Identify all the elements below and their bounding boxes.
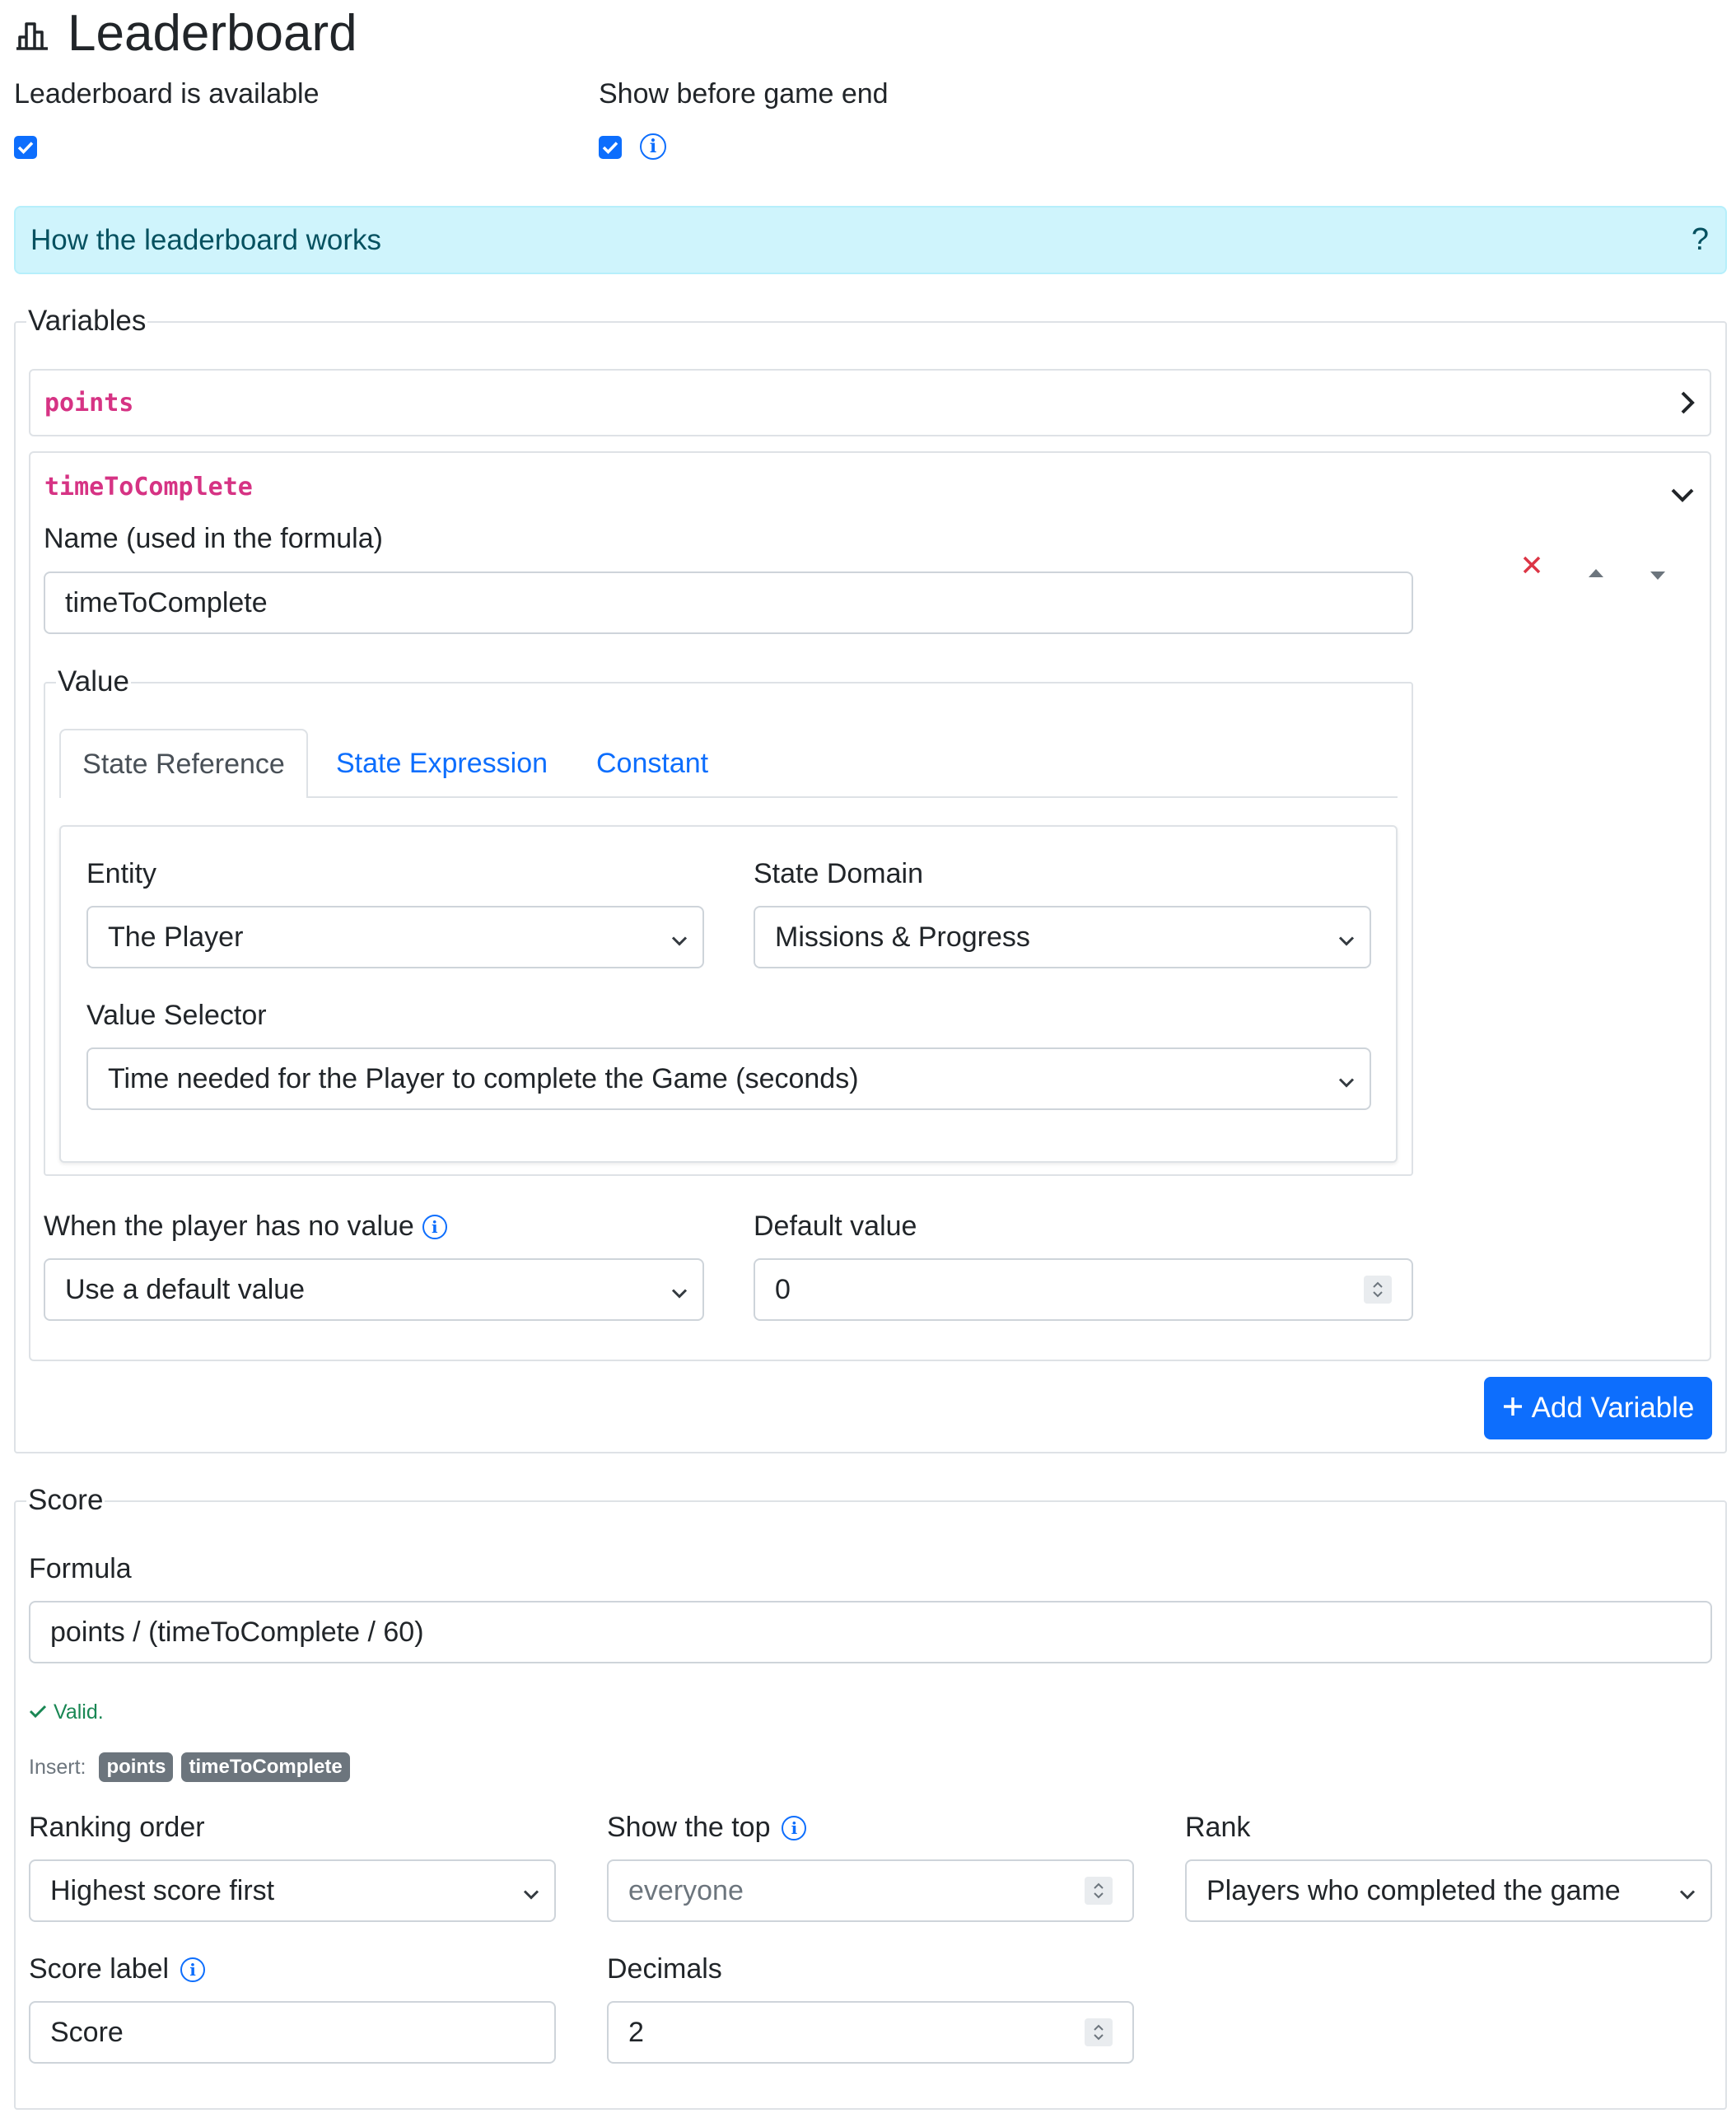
value-selector-label: Value Selector: [86, 1000, 267, 1031]
value-legend: Value: [56, 665, 131, 698]
state-reference-panel: [59, 825, 1398, 1163]
chevron-down-icon: [1338, 921, 1355, 954]
delete-icon[interactable]: [1522, 550, 1542, 582]
variable-name: points: [44, 389, 134, 418]
chevron-down-icon: [523, 1875, 539, 1907]
available-checkbox[interactable]: [14, 136, 37, 159]
score-legend: Score: [26, 1484, 105, 1517]
ranking-order-select[interactable]: Highest score first: [29, 1859, 556, 1922]
insert-badge-points[interactable]: points: [99, 1752, 174, 1782]
check-icon: [29, 1700, 47, 1724]
default-value-input[interactable]: 0: [754, 1258, 1413, 1321]
state-domain-label: State Domain: [754, 858, 923, 889]
rank-select[interactable]: Players who completed the game: [1185, 1859, 1712, 1922]
chevron-right-icon[interactable]: [1680, 390, 1695, 422]
show-before-end-checkbox[interactable]: [599, 136, 622, 159]
info-icon[interactable]: i: [422, 1214, 447, 1239]
entity-label: Entity: [86, 858, 157, 889]
show-top-input[interactable]: everyone: [607, 1859, 1134, 1922]
entity-select[interactable]: The Player: [86, 906, 704, 968]
how-it-works-alert[interactable]: How the leaderboard works ?: [14, 206, 1727, 274]
show-before-end-label: Show before game end: [599, 78, 889, 110]
variable-name-input[interactable]: timeToComplete: [44, 571, 1413, 634]
tab-state-expression[interactable]: State Expression: [336, 748, 548, 780]
chevron-down-icon: [671, 921, 688, 954]
value-selector-select[interactable]: Time needed for the Player to complete t…: [86, 1047, 1371, 1110]
chevron-down-icon[interactable]: [1670, 478, 1695, 510]
variable-item[interactable]: points: [29, 369, 1711, 436]
formula-label: Formula: [29, 1553, 132, 1584]
decimals-input[interactable]: 2: [607, 2001, 1134, 2064]
valid-feedback: Valid.: [29, 1700, 104, 1724]
chevron-down-icon: [1679, 1875, 1696, 1907]
tab-state-reference[interactable]: State Reference: [59, 729, 308, 798]
plus-icon: [1502, 1392, 1524, 1425]
no-value-select[interactable]: Use a default value: [44, 1258, 704, 1321]
tab-constant[interactable]: Constant: [596, 748, 708, 780]
move-down-icon[interactable]: [1649, 557, 1667, 589]
score-label-label-row: Score label i: [29, 1953, 206, 1985]
info-icon[interactable]: i: [640, 133, 666, 160]
number-spinner-icon[interactable]: [1364, 1276, 1392, 1304]
chevron-down-icon: [671, 1274, 688, 1306]
ranking-order-label: Ranking order: [29, 1812, 205, 1843]
rank-label: Rank: [1185, 1812, 1251, 1843]
page-title: Leaderboard: [15, 4, 357, 63]
name-label: Name (used in the formula): [44, 523, 383, 554]
info-icon[interactable]: i: [180, 1957, 206, 1982]
available-label: Leaderboard is available: [14, 78, 320, 110]
insert-badge-timeToComplete[interactable]: timeToComplete: [181, 1752, 350, 1782]
decimals-label: Decimals: [607, 1953, 722, 1985]
show-top-label-row: Show the top i: [607, 1812, 807, 1844]
variables-legend: Variables: [26, 305, 148, 338]
info-icon[interactable]: i: [782, 1815, 807, 1840]
number-spinner-icon[interactable]: [1085, 2018, 1113, 2046]
move-up-icon[interactable]: [1587, 554, 1605, 586]
no-value-label-row: When the player has no value i: [44, 1211, 447, 1243]
chevron-down-icon: [1338, 1063, 1355, 1095]
bar-chart-icon: [15, 4, 49, 63]
number-spinner-icon[interactable]: [1085, 1877, 1113, 1905]
state-domain-select[interactable]: Missions & Progress: [754, 906, 1371, 968]
add-variable-button[interactable]: Add Variable: [1484, 1377, 1712, 1439]
default-value-label: Default value: [754, 1211, 917, 1242]
help-toggle[interactable]: ?: [1692, 222, 1709, 258]
formula-input[interactable]: points / (timeToComplete / 60): [29, 1601, 1712, 1663]
variable-name: timeToComplete: [44, 473, 253, 502]
insert-row: Insert: points timeToComplete: [29, 1752, 350, 1782]
score-label-input[interactable]: Score: [29, 2001, 556, 2064]
